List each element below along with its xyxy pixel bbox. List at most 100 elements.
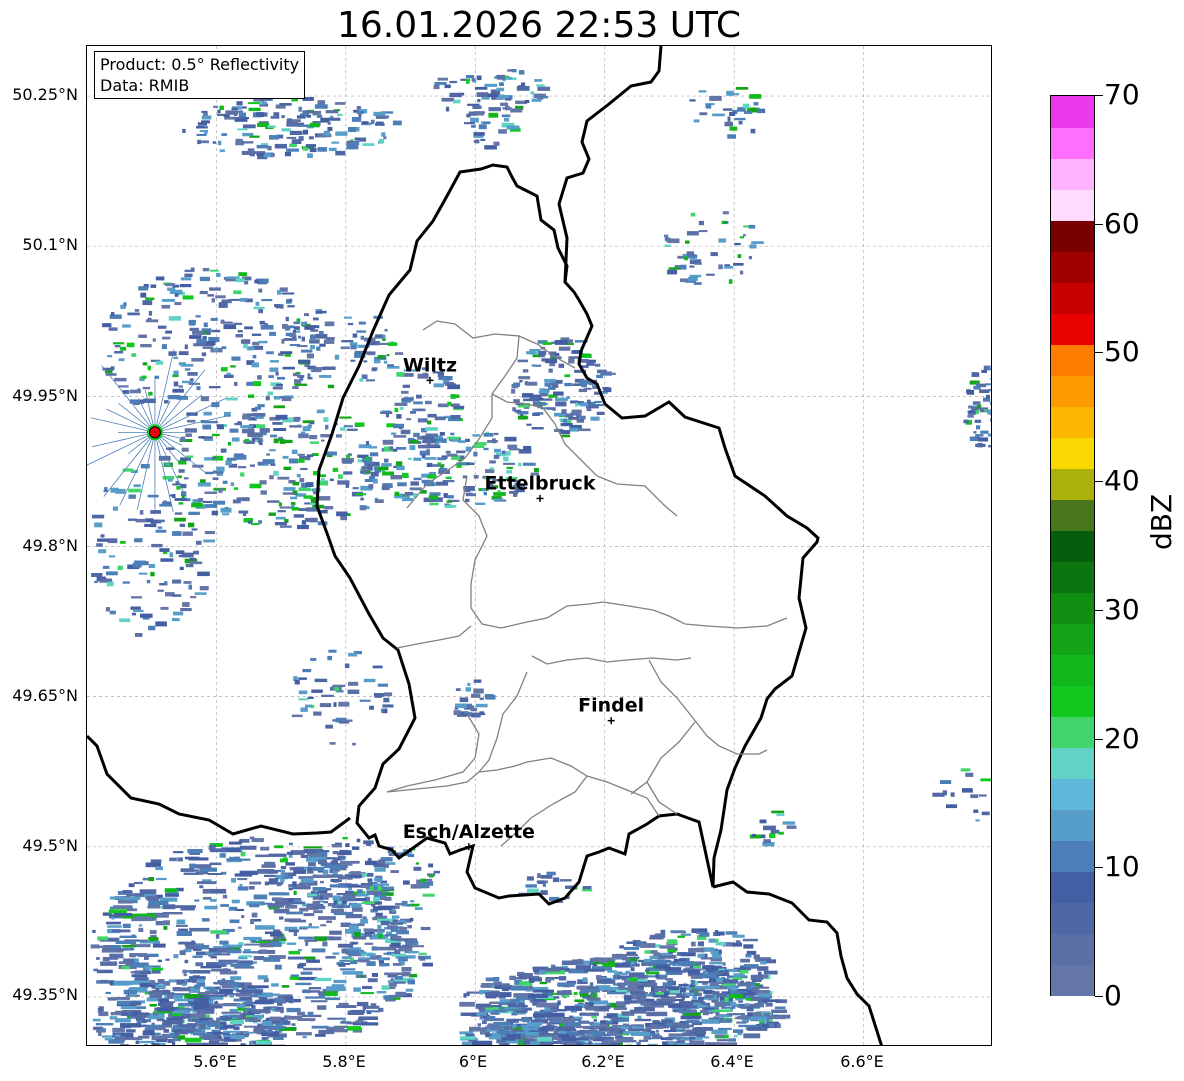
echo-pixel bbox=[348, 925, 359, 931]
echo-pixel bbox=[107, 997, 117, 1001]
echo-pixel bbox=[172, 531, 182, 536]
echo-pixel bbox=[337, 904, 344, 909]
echo-pixel bbox=[179, 523, 186, 527]
echo-pixel bbox=[256, 144, 268, 149]
echo-pixel bbox=[733, 263, 744, 266]
echo-pixel bbox=[223, 374, 234, 378]
echo-pixel bbox=[522, 1017, 530, 1023]
echo-pixel bbox=[724, 121, 733, 127]
echo-pixel bbox=[260, 949, 268, 954]
echo-pixel bbox=[974, 419, 982, 423]
radar-site-marker[interactable] bbox=[87, 349, 231, 513]
echo-pixel bbox=[643, 1035, 651, 1040]
echo-pixel bbox=[668, 986, 679, 991]
lat-tick-label: 49.8°N bbox=[22, 536, 78, 555]
echo-pixel bbox=[751, 241, 764, 244]
echo-pixel bbox=[173, 611, 184, 616]
echo-pixel bbox=[311, 948, 326, 953]
echo-pixel bbox=[450, 438, 460, 442]
echo-pixel bbox=[343, 471, 353, 475]
echo-pixel bbox=[213, 981, 224, 985]
echo-pixel bbox=[752, 833, 756, 838]
echo-pixel bbox=[396, 447, 407, 450]
echo-pixel bbox=[197, 139, 201, 145]
echo-pixel bbox=[174, 512, 183, 515]
echo-pixel bbox=[247, 985, 269, 989]
echo-pixel bbox=[630, 1031, 651, 1036]
echo-pixel bbox=[305, 941, 309, 946]
echo-pixel bbox=[564, 1005, 582, 1011]
echo-pixel bbox=[120, 1038, 126, 1042]
echo-pixel bbox=[522, 1027, 539, 1031]
echo-pixel bbox=[279, 103, 292, 106]
echo-pixel bbox=[441, 438, 447, 443]
info-box: Product: 0.5° Reflectivity Data: RMIB bbox=[94, 51, 306, 99]
echo-pixel bbox=[337, 875, 350, 880]
echo-pixel bbox=[714, 1002, 726, 1007]
echo-pixel bbox=[215, 934, 220, 939]
echo-pixel bbox=[302, 1035, 307, 1039]
echo-pixel bbox=[687, 970, 701, 975]
echo-pixel bbox=[497, 77, 507, 80]
echo-pixel bbox=[316, 409, 325, 414]
radar-map-svg[interactable]: WiltzEttelbruckFindelEsch/Alzette bbox=[87, 46, 992, 1046]
echo-pixel bbox=[313, 910, 323, 914]
lat-tick-label: 49.5°N bbox=[22, 836, 78, 855]
echo-pixel bbox=[352, 846, 360, 850]
echo-pixel bbox=[330, 908, 344, 914]
echo-pixel bbox=[374, 877, 383, 882]
echo-pixel bbox=[142, 1030, 155, 1036]
echo-pixel bbox=[548, 977, 555, 981]
echo-pixel bbox=[281, 292, 295, 295]
echo-pixel bbox=[950, 792, 955, 797]
echo-pixel bbox=[371, 946, 377, 951]
echo-pixel bbox=[249, 903, 260, 908]
echo-pixel bbox=[416, 408, 426, 412]
echo-pixel bbox=[329, 884, 348, 888]
echo-pixel bbox=[199, 867, 217, 872]
echo-pixel bbox=[224, 116, 237, 120]
echo-pixel bbox=[434, 82, 447, 85]
echo-pixel bbox=[581, 382, 587, 388]
echo-pixel bbox=[407, 853, 415, 858]
echo-pixel bbox=[233, 322, 243, 325]
echo-pixel bbox=[196, 881, 217, 885]
echo-pixel bbox=[113, 948, 124, 952]
echo-pixel bbox=[169, 1032, 176, 1038]
echo-pixel bbox=[422, 962, 433, 967]
echo-pixel bbox=[655, 1029, 659, 1033]
echo-pixel bbox=[249, 836, 255, 840]
echo-pixel bbox=[990, 418, 991, 422]
echo-pixel bbox=[182, 983, 187, 986]
echo-pixel bbox=[268, 375, 274, 378]
echo-pixel bbox=[566, 396, 570, 400]
echo-pixel bbox=[560, 430, 571, 434]
echo-pixel bbox=[336, 1005, 357, 1008]
echo-pixel bbox=[255, 925, 275, 930]
echo-pixel bbox=[667, 269, 678, 275]
radar-site-dot[interactable] bbox=[148, 426, 161, 439]
echo-pixel bbox=[262, 459, 275, 465]
echo-pixel bbox=[348, 947, 357, 951]
echo-pixel bbox=[333, 979, 347, 984]
echo-pixel bbox=[298, 359, 311, 364]
echo-pixel bbox=[377, 924, 382, 930]
echo-pixel bbox=[132, 612, 137, 616]
echo-pixel bbox=[988, 365, 991, 371]
echo-pixel bbox=[289, 425, 302, 428]
echo-pixel bbox=[300, 321, 306, 326]
echo-pixel bbox=[655, 974, 660, 979]
echo-pixel bbox=[147, 365, 151, 371]
echo-pixel bbox=[323, 339, 335, 344]
echo-pixel bbox=[132, 562, 142, 568]
echo-pixel bbox=[230, 976, 242, 981]
radar-map[interactable]: Wiltz Ettelbruck Findel Esch/Alzette bbox=[86, 45, 992, 1046]
echo-pixel bbox=[300, 467, 308, 471]
echo-pixel bbox=[543, 398, 553, 401]
echo-pixel bbox=[360, 497, 364, 501]
echo-pixel bbox=[344, 316, 352, 319]
echo-pixel bbox=[155, 621, 167, 627]
echo-pixel bbox=[552, 877, 560, 883]
echo-pixel bbox=[356, 111, 364, 114]
echo-pixel bbox=[976, 425, 981, 430]
